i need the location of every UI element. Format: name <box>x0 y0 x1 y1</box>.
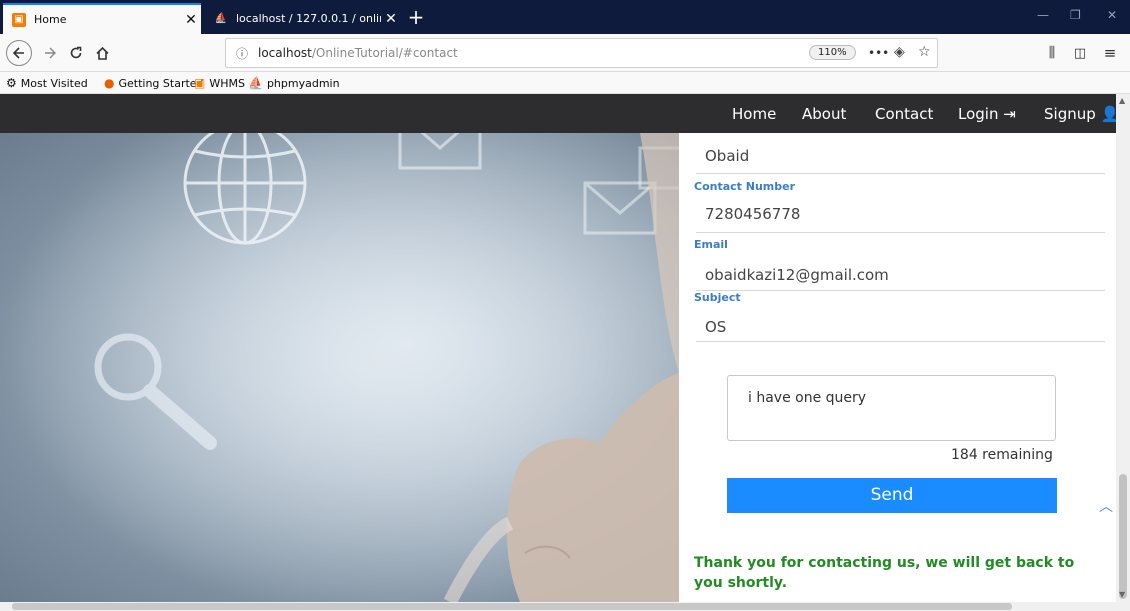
bookmark-whms[interactable]: ▣ WHMS <box>194 76 245 90</box>
browser-toolbar: ⓘ localhost/OnlineTutorial/#contact 110%… <box>0 34 1130 72</box>
contact-number-label: Contact Number <box>694 180 796 193</box>
whms-icon: ▣ <box>194 76 206 90</box>
bookmarks-bar: ⚙ Most Visited ● Getting Started ▣ WHMS … <box>0 72 1130 94</box>
message-text: i have one query <box>748 390 867 406</box>
forward-button[interactable] <box>38 41 62 65</box>
nav-contact-link[interactable]: Contact <box>875 105 933 123</box>
minimize-icon[interactable]: — <box>1037 8 1049 22</box>
nav-home-link[interactable]: Home <box>732 105 776 123</box>
scroll-to-top-icon[interactable]: ︿ <box>1099 496 1113 516</box>
tab-phpmyadmin[interactable]: ⛵ localhost / 127.0.0.1 / onlinetut ✕ <box>205 3 401 34</box>
reload-button[interactable] <box>64 41 88 65</box>
contact-field-underline <box>696 232 1105 233</box>
back-button[interactable] <box>6 40 32 66</box>
browser-tab-bar: ▣ Home ✕ ⛵ localhost / 127.0.0.1 / onlin… <box>0 0 1130 34</box>
phpmyadmin-favicon-icon: ⛵ <box>214 13 228 24</box>
subject-label: Subject <box>694 291 741 304</box>
email-field[interactable]: obaidkazi12@gmail.com <box>705 266 889 284</box>
close-tab-icon[interactable]: ✕ <box>181 12 201 28</box>
tab-home[interactable]: ▣ Home ✕ <box>3 3 201 34</box>
new-tab-button[interactable]: + <box>404 6 428 30</box>
horizontal-scroll-thumb[interactable] <box>12 603 1012 610</box>
url-path: /OnlineTutorial/#contact <box>311 46 458 60</box>
vertical-scroll-thumb[interactable] <box>1119 474 1127 599</box>
bookmark-label: phpmyadmin <box>266 76 340 90</box>
nav-signup-link[interactable]: Signup 👤 <box>1044 105 1116 123</box>
name-field[interactable]: Obaid <box>705 147 749 165</box>
firefox-icon: ● <box>104 76 115 90</box>
characters-remaining: 184 remaining <box>951 447 1053 463</box>
contact-form-panel: Obaid Contact Number 7280456778 Email ob… <box>679 133 1116 602</box>
message-textarea[interactable]: i have one query <box>727 375 1056 441</box>
back-arrow-icon <box>12 47 24 59</box>
page-viewport: Home About Contact Login ⇥ Signup 👤 Obai… <box>0 94 1116 602</box>
email-label: Email <box>694 238 728 251</box>
vertical-scrollbar[interactable]: ▲ ▼ <box>1116 94 1130 602</box>
name-field-underline <box>696 173 1105 174</box>
nav-about-link[interactable]: About <box>802 105 846 123</box>
close-window-icon[interactable]: ✕ <box>1107 8 1117 22</box>
forward-arrow-icon <box>45 47 56 59</box>
contact-number-field[interactable]: 7280456778 <box>705 205 800 223</box>
user-icon: 👤 <box>1100 105 1116 123</box>
hero-image <box>0 133 679 602</box>
page-actions-menu[interactable]: ••• <box>868 46 889 60</box>
site-favicon-icon: ▣ <box>12 12 26 27</box>
nav-signup-label: Signup <box>1044 105 1096 123</box>
url-text: localhost/OnlineTutorial/#contact <box>258 46 458 60</box>
bookmark-getting-started[interactable]: ● Getting Started <box>104 76 204 90</box>
bookmark-phpmyadmin[interactable]: ⛵ phpmyadmin <box>248 76 340 90</box>
subject-field[interactable]: OS <box>705 318 726 336</box>
login-icon: ⇥ <box>1003 105 1016 123</box>
bookmark-label: Most Visited <box>20 76 88 90</box>
scroll-down-arrow-icon[interactable]: ▼ <box>1119 590 1125 599</box>
bookmark-label: Getting Started <box>118 76 204 90</box>
site-info-icon[interactable]: ⓘ <box>236 45 248 62</box>
gear-icon: ⚙ <box>6 76 17 90</box>
pocket-icon[interactable]: ◈ <box>894 44 905 60</box>
hamburger-menu-icon[interactable]: ≡ <box>1098 41 1122 65</box>
success-message: Thank you for contacting us, we will get… <box>694 555 1075 591</box>
tab-title: localhost / 127.0.0.1 / onlinetut <box>236 12 381 25</box>
hero-illustration <box>0 133 679 602</box>
horizontal-scrollbar[interactable] <box>0 602 1130 611</box>
tab-title: Home <box>34 13 67 26</box>
library-icon[interactable]: ⫼ <box>1040 41 1064 65</box>
nav-login-label: Login <box>958 105 999 123</box>
bookmark-most-visited[interactable]: ⚙ Most Visited <box>6 76 88 90</box>
subject-field-underline <box>696 341 1105 342</box>
restore-icon[interactable]: ❐ <box>1070 8 1081 22</box>
url-host: localhost <box>258 46 312 60</box>
close-tab-icon[interactable]: ✕ <box>381 11 401 27</box>
scroll-up-arrow-icon[interactable]: ▲ <box>1119 96 1125 105</box>
bookmark-label: WHMS <box>209 76 245 90</box>
site-navbar: Home About Contact Login ⇥ Signup 👤 <box>0 94 1116 133</box>
bookmark-star-icon[interactable]: ☆ <box>918 44 931 60</box>
nav-login-link[interactable]: Login ⇥ <box>958 105 1016 123</box>
phpmyadmin-icon: ⛵ <box>248 76 263 90</box>
zoom-level-badge[interactable]: 110% <box>809 45 856 60</box>
reload-icon <box>70 46 82 59</box>
address-bar[interactable]: ⓘ localhost/OnlineTutorial/#contact 110%… <box>225 38 938 68</box>
email-field-underline <box>696 290 1105 291</box>
sidebar-toggle-icon[interactable]: ◫ <box>1068 41 1092 65</box>
send-button[interactable]: Send <box>727 478 1057 513</box>
home-icon <box>95 46 109 60</box>
home-button[interactable] <box>90 41 114 65</box>
